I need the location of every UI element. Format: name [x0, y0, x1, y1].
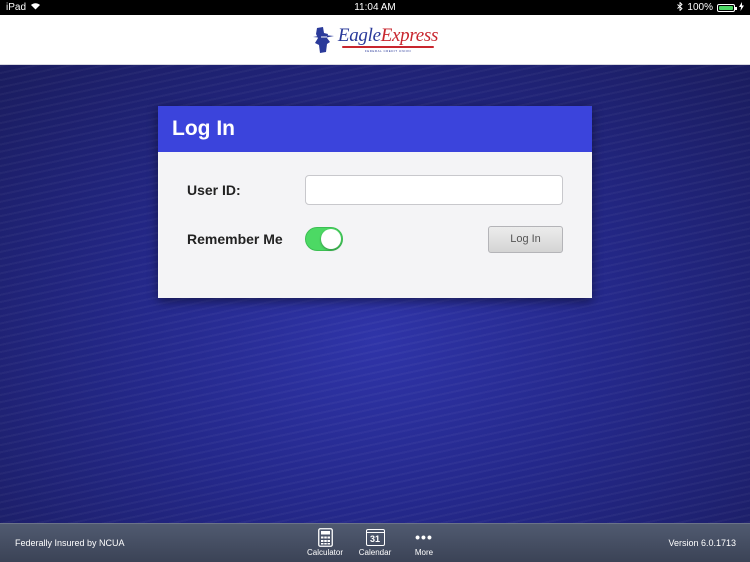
logo-text-eagle: Eagle: [337, 25, 381, 46]
battery-percent: 100%: [687, 2, 713, 13]
tab-calculator-label: Calculator: [306, 548, 343, 557]
calendar-day: 31: [369, 533, 380, 544]
logo-underline: [342, 46, 434, 48]
login-title: Log In: [172, 117, 235, 140]
status-time: 11:04 AM: [354, 2, 396, 13]
toggle-knob: [321, 229, 341, 249]
tab-more[interactable]: ••• More: [402, 527, 446, 561]
logo-text-express: Express: [380, 25, 439, 46]
logo-text-wrap: EagleExpress FEDERAL CREDIT UNION: [338, 26, 438, 53]
main-background: Log In User ID: Remember Me Log In: [0, 65, 750, 523]
more-icon: •••: [415, 529, 433, 545]
status-left: iPad: [6, 2, 41, 13]
wifi-icon: [30, 2, 41, 13]
tab-more-label: More: [414, 548, 434, 557]
user-id-label: User ID:: [187, 182, 241, 198]
bluetooth-icon: [677, 0, 684, 14]
eagle-express-logo: EagleExpress FEDERAL CREDIT UNION: [312, 26, 438, 54]
login-button[interactable]: Log In: [488, 225, 563, 253]
remember-me-row: Remember Me Log In: [158, 224, 592, 254]
login-card-header: Log In: [158, 106, 592, 152]
battery-icon: [717, 3, 737, 12]
logo-text: EagleExpress: [338, 26, 438, 45]
calendar-icon: 31: [365, 528, 385, 546]
bottom-toolbar: Federally Insured by NCUA Calculator 31: [0, 523, 750, 562]
device-name: iPad: [6, 2, 27, 13]
tab-calendar-label: Calendar: [358, 548, 392, 557]
more-icon-wrap: •••: [415, 527, 433, 547]
logo-emblem-icon: [312, 26, 334, 53]
ncua-insured-text: Federally Insured by NCUA: [15, 538, 125, 548]
charging-icon: [739, 1, 744, 14]
remember-me-toggle[interactable]: [305, 227, 343, 251]
user-id-row: User ID:: [158, 175, 592, 205]
tab-calculator[interactable]: Calculator: [303, 527, 347, 561]
user-id-input[interactable]: [305, 175, 563, 205]
remember-me-label: Remember Me: [187, 231, 283, 247]
login-card: Log In User ID: Remember Me Log In: [158, 106, 592, 298]
tab-calendar[interactable]: 31 Calendar: [353, 527, 397, 561]
app-header: EagleExpress FEDERAL CREDIT UNION: [0, 15, 750, 65]
calendar-icon-wrap: 31: [365, 527, 385, 547]
status-right: 100%: [677, 0, 744, 14]
version-text: Version 6.0.1713: [668, 538, 736, 548]
logo-subtitle: FEDERAL CREDIT UNION: [364, 49, 412, 53]
calculator-icon: [317, 527, 333, 547]
status-bar: iPad 11:04 AM 100%: [0, 0, 750, 15]
